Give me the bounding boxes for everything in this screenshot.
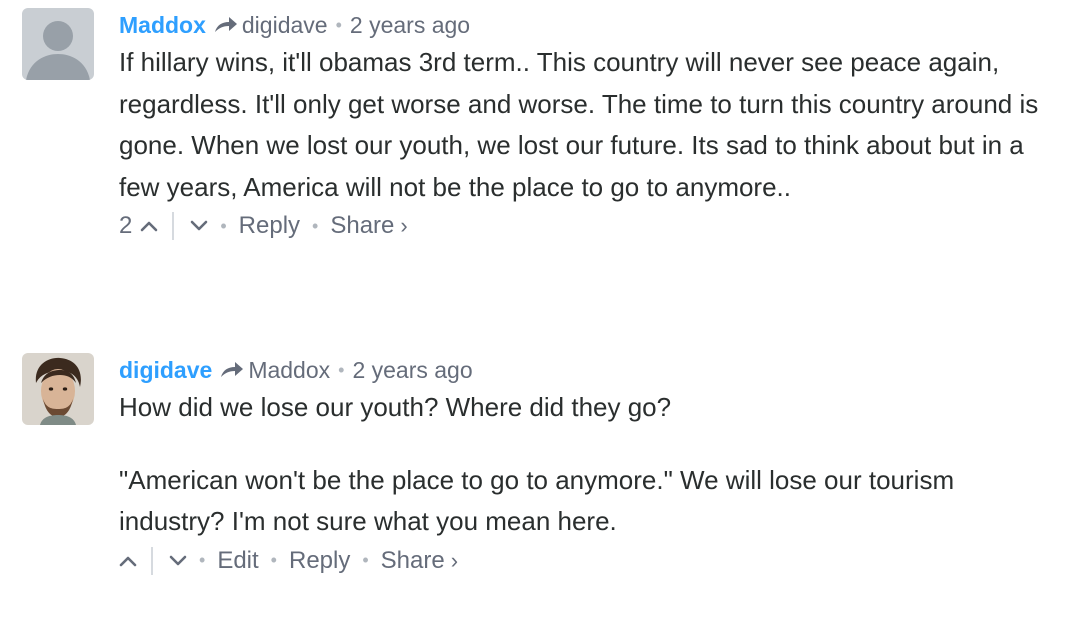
chevron-right-icon: › [450,547,459,573]
chevron-right-icon: › [400,213,408,238]
user-photo-icon [22,353,94,425]
author-name[interactable]: Maddox [119,12,206,39]
reply-button[interactable]: Reply [239,212,300,240]
chevron-up-icon [141,221,158,232]
chevron-up-icon [119,556,137,566]
comment-header: Maddox digidave • 2 years ago [119,8,1064,42]
separator-dot: • [270,550,277,570]
edit-button[interactable]: Edit [217,547,258,575]
timestamp-link[interactable]: 2 years ago [352,357,472,384]
share-button[interactable]: Share › [381,547,458,575]
reply-button[interactable]: Reply [289,547,350,575]
author-name[interactable]: digidave [119,357,212,384]
chevron-down-icon [169,555,187,565]
separator-dot: • [199,550,206,570]
vote-divider [151,546,153,575]
downvote-button[interactable] [169,555,187,567]
share-label: Share [380,546,445,574]
parent-author-link[interactable]: digidave [242,12,328,39]
separator-dot: • [335,14,342,35]
separator-dot: • [362,550,369,570]
comment-paragraph: How did we lose our youth? Where did the… [119,392,672,422]
comment-paragraph: "American won't be the place to go to an… [119,464,955,537]
chevron-down-icon [191,220,208,231]
comment-text: If hillary wins, it'll obamas 3rd term..… [119,42,1064,208]
comment-header: digidave Maddox • 2 years ago [119,353,1064,387]
vote-divider [172,212,175,240]
reply-arrow-icon [214,16,238,34]
comment-footer: 2 • Reply • Share › [119,208,1064,244]
timestamp-link[interactable]: 2 years ago [350,12,470,39]
comment-paragraph: If hillary wins, it'll obamas 3rd term..… [119,47,1039,202]
reply-arrow-icon [220,361,244,379]
default-avatar-icon [22,8,94,80]
separator-dot: • [338,359,345,380]
avatar[interactable] [22,353,94,425]
share-label: Share [330,212,395,239]
separator-dot: • [220,215,227,236]
comment-text: How did we lose our youth? Where did the… [119,387,1064,543]
upvote-count: 2 [119,212,133,239]
upvote-button[interactable]: 2 [119,212,158,240]
parent-author-link[interactable]: Maddox [248,357,330,384]
comment-footer: • Edit • Reply • Share › [119,543,1064,579]
upvote-button[interactable] [119,555,137,567]
separator-dot: • [312,215,319,236]
share-button[interactable]: Share › [330,212,407,240]
avatar[interactable] [22,8,94,80]
downvote-button[interactable] [190,220,208,232]
